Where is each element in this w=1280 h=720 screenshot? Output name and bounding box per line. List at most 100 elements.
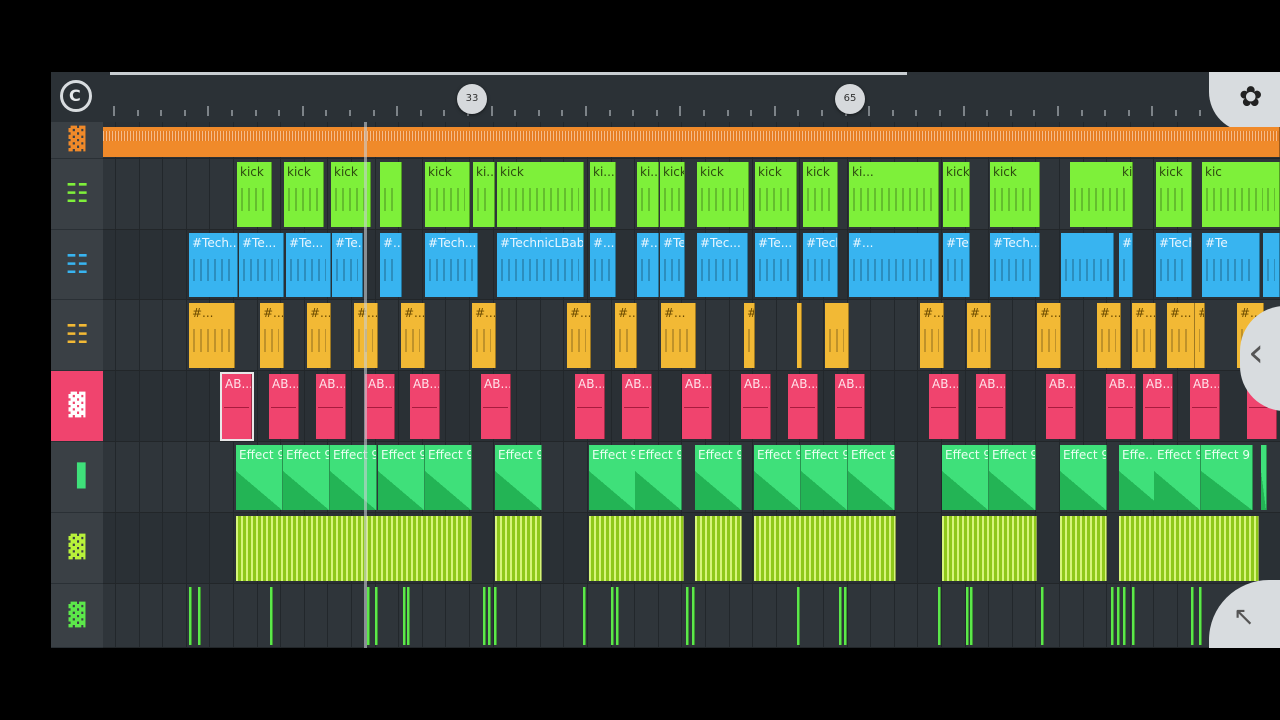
pattern-clip[interactable]: Effect 9: [1060, 445, 1107, 510]
pattern-clip[interactable]: ki...: [637, 162, 659, 227]
pattern-clip[interactable]: Effect 9: [1154, 445, 1201, 510]
pattern-clip[interactable]: #...: [472, 303, 496, 368]
pattern-clip[interactable]: Effect 9: [1201, 445, 1253, 510]
audio-hit[interactable]: [844, 587, 847, 645]
audio-hit[interactable]: [966, 587, 969, 645]
pattern-clip[interactable]: #...: [1132, 303, 1156, 368]
pattern-clip[interactable]: kick: [943, 162, 970, 227]
sample-clip[interactable]: AB...: [1143, 374, 1173, 439]
track-header-hits[interactable]: ▓: [51, 584, 103, 648]
pattern-clip[interactable]: #Te...: [239, 233, 284, 297]
pattern-clip[interactable]: #...: [615, 303, 637, 368]
pattern-clip[interactable]: Effect 9: [801, 445, 848, 510]
sample-clip[interactable]: AB...: [481, 374, 511, 439]
pattern-clip[interactable]: [1263, 162, 1280, 227]
sample-clip[interactable]: AB...: [316, 374, 346, 439]
pattern-clip[interactable]: kic: [1202, 162, 1270, 227]
pattern-clip[interactable]: #...: [920, 303, 944, 368]
audio-hit[interactable]: [488, 587, 491, 645]
audio-hit[interactable]: [686, 587, 689, 645]
timeline-ruler[interactable]: 33 65 C ✿: [51, 72, 1280, 132]
audio-hit[interactable]: [1041, 587, 1044, 645]
pattern-clip[interactable]: kick: [697, 162, 749, 227]
pattern-clip[interactable]: #...: [1195, 303, 1205, 368]
pattern-clip[interactable]: #Tec...: [697, 233, 748, 297]
pattern-clip[interactable]: Effect 9: [635, 445, 682, 510]
pattern-clip[interactable]: Effect 9: [236, 445, 283, 510]
pattern-clip[interactable]: kick: [497, 162, 584, 227]
pattern-clip[interactable]: kick: [284, 162, 324, 227]
pattern-clip[interactable]: [695, 516, 742, 581]
pattern-clip[interactable]: kick: [990, 162, 1040, 227]
sample-clip[interactable]: AB...: [622, 374, 652, 439]
pattern-clip[interactable]: [380, 162, 402, 227]
pattern-clip[interactable]: #Te: [1202, 233, 1260, 297]
pattern-clip[interactable]: #...: [307, 303, 331, 368]
sample-clip[interactable]: AB...: [929, 374, 959, 439]
pattern-clip[interactable]: kick: [1156, 162, 1192, 227]
pattern-clip[interactable]: #Tech...: [660, 233, 685, 297]
sample-clip[interactable]: AB...: [220, 372, 254, 441]
sample-clip[interactable]: AB...: [1046, 374, 1076, 439]
playhead[interactable]: [364, 122, 367, 648]
pattern-clip[interactable]: #...: [567, 303, 591, 368]
pattern-clip[interactable]: Effect 9: [754, 445, 801, 510]
audio-hit[interactable]: [189, 587, 192, 645]
pattern-clip[interactable]: [797, 303, 802, 368]
track-header-effect[interactable]: ▐: [51, 442, 103, 513]
track-lane-hits[interactable]: [103, 584, 1280, 648]
track-lane-ab-sample[interactable]: AB... AB... AB... AB... AB... AB... AB... AB...…: [103, 371, 1280, 442]
pattern-clip[interactable]: #...: [590, 233, 616, 297]
pattern-clip[interactable]: #...: [1119, 233, 1133, 297]
track-header-lime-audio[interactable]: ▓: [51, 513, 103, 584]
audio-hit[interactable]: [970, 587, 973, 645]
audio-hit[interactable]: [198, 587, 201, 645]
audio-hit[interactable]: [1117, 587, 1120, 645]
pattern-clip[interactable]: #...: [189, 303, 235, 368]
pattern-clip[interactable]: [825, 303, 849, 368]
track-lane-technic[interactable]: #Tech... #Te... #Te... #Te... #... #Tech... #T…: [103, 230, 1280, 300]
pattern-clip[interactable]: [1070, 162, 1123, 227]
pattern-clip[interactable]: #TechnicLBabu: [803, 233, 838, 297]
pattern-clip[interactable]: #...: [1037, 303, 1061, 368]
track-header-ab-sample[interactable]: ▓: [51, 371, 103, 442]
audio-hit[interactable]: [403, 587, 406, 645]
audio-hit[interactable]: [1199, 587, 1202, 645]
pattern-clip[interactable]: #...: [260, 303, 284, 368]
track-lane-effect[interactable]: Effect 9 Effect 9 Effect 9 Effect 9 Effect 9…: [103, 442, 1280, 513]
pattern-clip[interactable]: #...: [401, 303, 425, 368]
pattern-clip[interactable]: [1061, 233, 1114, 297]
song-position-bar[interactable]: [110, 72, 907, 75]
sample-clip[interactable]: AB...: [788, 374, 818, 439]
pattern-clip[interactable]: #Tech...: [425, 233, 478, 297]
pattern-clip[interactable]: #Te...: [286, 233, 331, 297]
audio-hit[interactable]: [692, 587, 695, 645]
pattern-clip[interactable]: Effect 9: [589, 445, 636, 510]
pattern-clip[interactable]: #...: [849, 233, 939, 297]
audio-hit[interactable]: [611, 587, 614, 645]
track-header-technic[interactable]: ☷: [51, 230, 103, 300]
pattern-clip[interactable]: #Te...: [332, 233, 363, 297]
pattern-clip[interactable]: [236, 516, 472, 581]
pattern-clip[interactable]: Effect 9: [848, 445, 895, 510]
pattern-clip[interactable]: [1263, 233, 1280, 297]
pattern-clip[interactable]: #Tech...: [990, 233, 1040, 297]
audio-hit[interactable]: [494, 587, 497, 645]
track-header-kick[interactable]: ☷: [51, 159, 103, 230]
pattern-clip[interactable]: [1060, 516, 1107, 581]
audio-hit[interactable]: [367, 587, 370, 645]
pattern-clip[interactable]: kick: [755, 162, 797, 227]
pattern-clip[interactable]: [1261, 445, 1267, 510]
pattern-clip[interactable]: [1119, 516, 1259, 581]
pattern-clip[interactable]: [942, 516, 1037, 581]
pattern-clip[interactable]: #Tech...: [1156, 233, 1192, 297]
pattern-clip[interactable]: [495, 516, 542, 581]
track-lane-kick[interactable]: kickkickkickkickki...kickki...ki...kickk…: [103, 159, 1280, 230]
pattern-clip[interactable]: #...: [967, 303, 991, 368]
pattern-clip[interactable]: [589, 516, 684, 581]
audio-hit[interactable]: [839, 587, 842, 645]
sample-clip[interactable]: AB...: [365, 374, 395, 439]
audio-hit[interactable]: [270, 587, 273, 645]
audio-hit[interactable]: [407, 587, 410, 645]
sample-clip[interactable]: AB...: [575, 374, 605, 439]
